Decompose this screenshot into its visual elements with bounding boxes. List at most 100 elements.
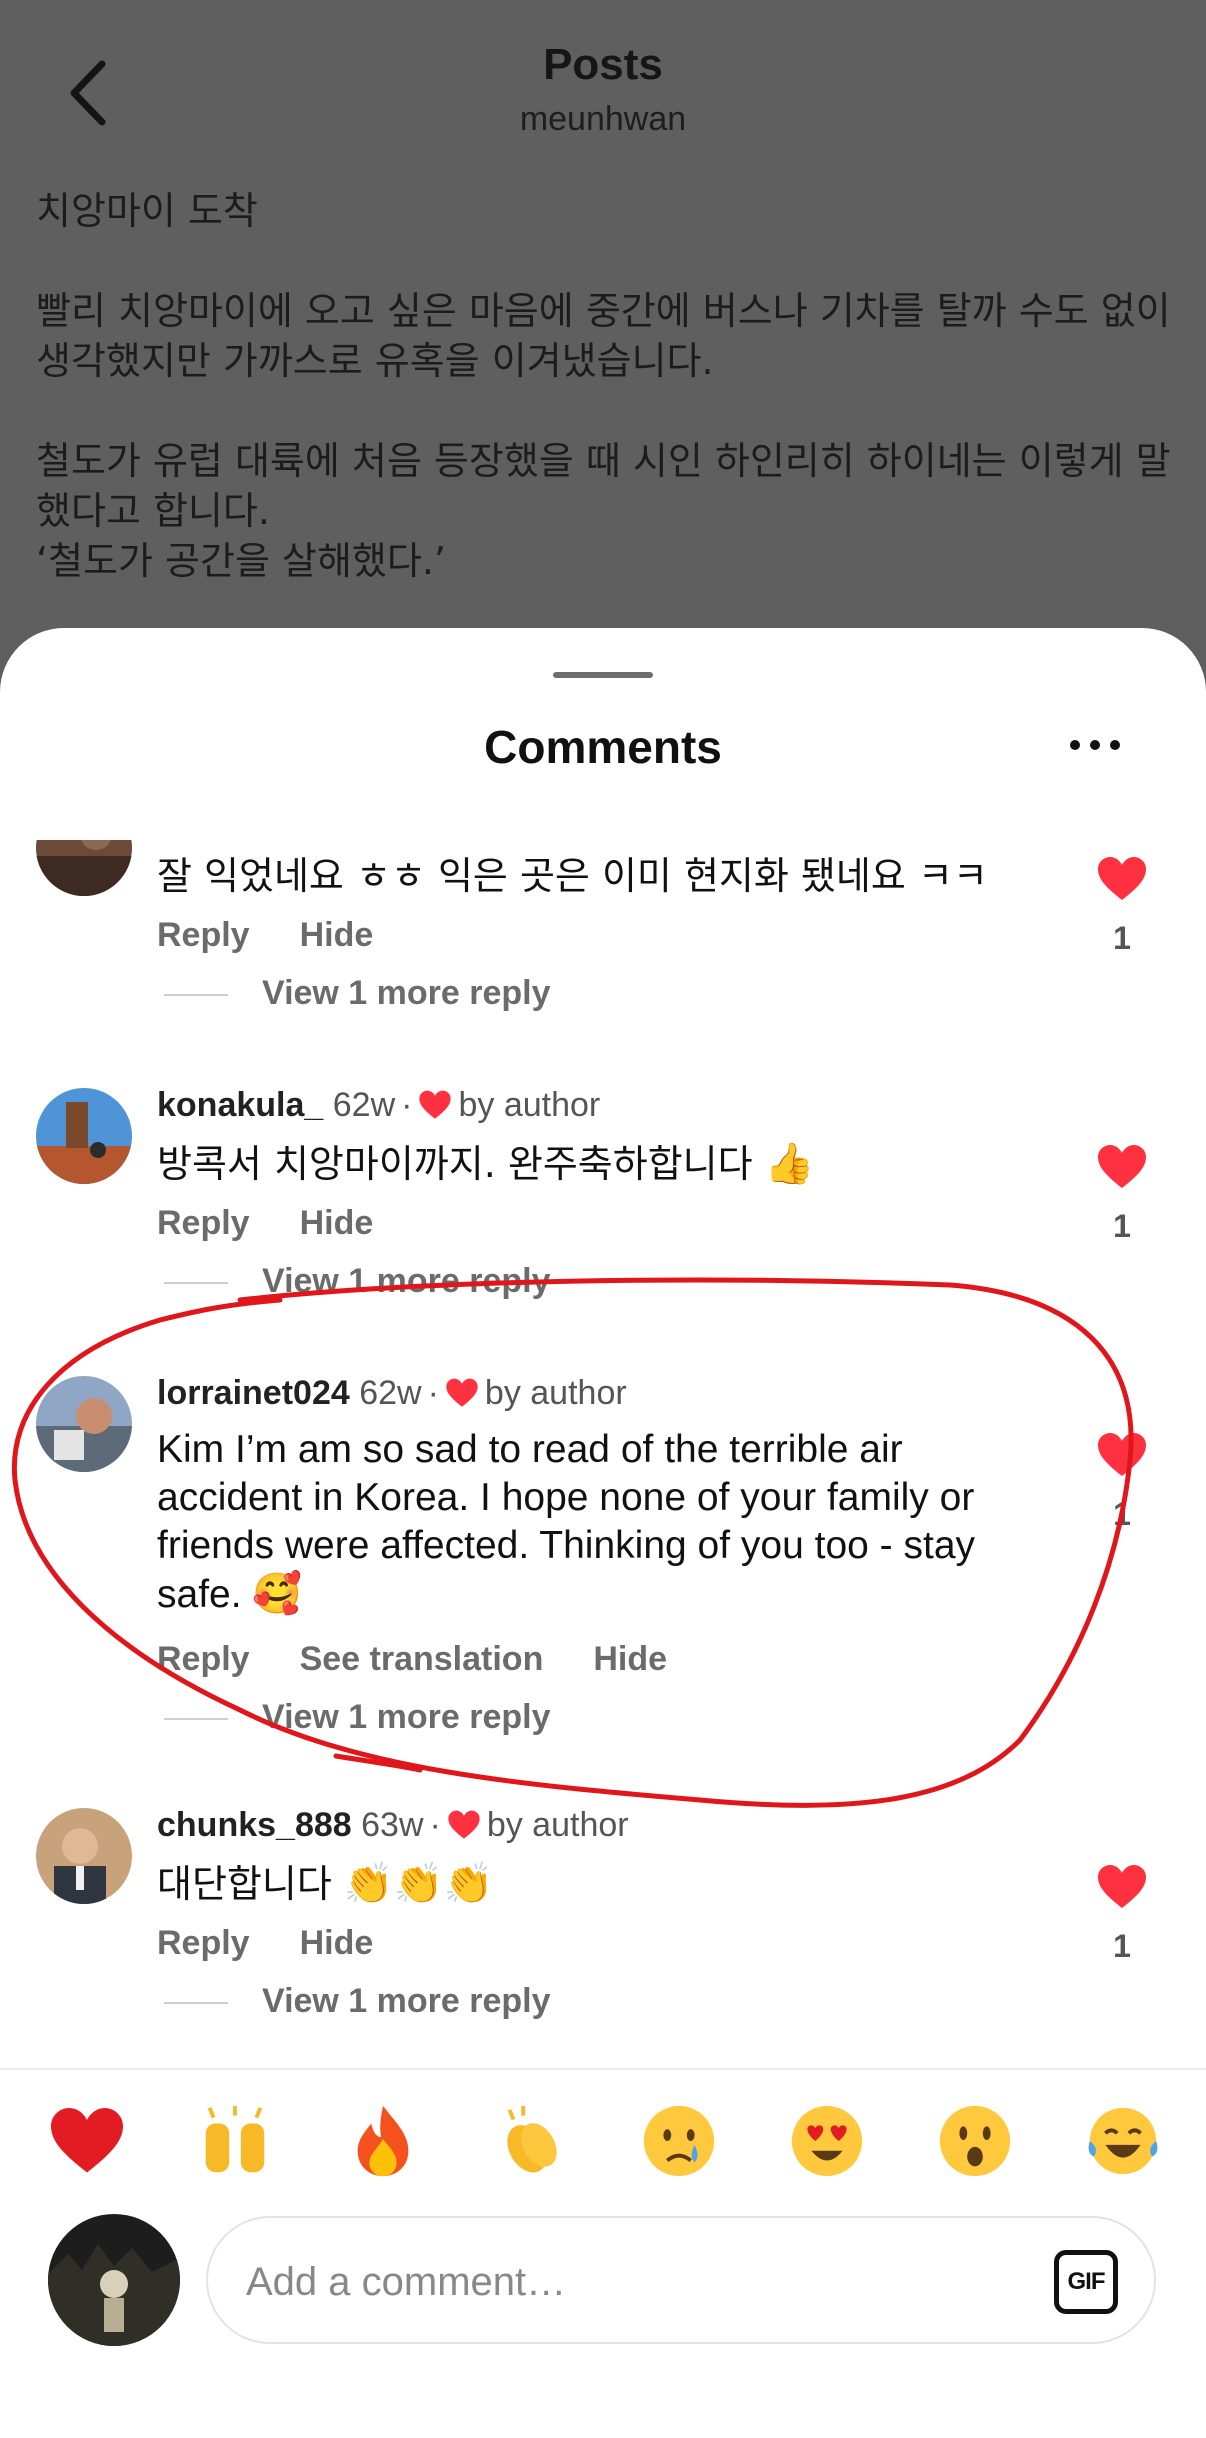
view-replies-label: View 1 more reply	[262, 1698, 551, 1736]
comment-meta: konakula_ 62w · by author	[157, 1086, 600, 1125]
more-options-button[interactable]	[1070, 740, 1120, 754]
username[interactable]: konakula_	[157, 1086, 323, 1124]
view-replies-label: View 1 more reply	[262, 974, 551, 1012]
separator-dot: ·	[429, 1806, 441, 1844]
liked-by-author-label: by author	[458, 1086, 601, 1124]
reaction-fire[interactable]	[338, 2096, 428, 2186]
reply-button[interactable]: Reply	[157, 1204, 250, 1242]
fire-icon	[357, 2105, 409, 2177]
reaction-clapping-hands[interactable]	[486, 2096, 576, 2186]
post-background: Posts meunhwan 치앙마이 도착 빨리 치앙마이에 오고 싶은 마음…	[0, 0, 1206, 640]
comment-meta: lorrainet024 62w · by author	[157, 1374, 627, 1413]
page-title: Posts	[543, 40, 663, 89]
reaction-crying-face[interactable]	[634, 2096, 724, 2186]
sheet-title: Comments	[484, 721, 722, 773]
view-replies-button[interactable]: View 1 more reply	[164, 974, 551, 1013]
username[interactable]: chunks_888	[157, 1806, 352, 1844]
comment-meta: chunks_888 63w · by author	[157, 1806, 629, 1845]
my-avatar[interactable]	[48, 2214, 180, 2346]
comment-actions: Reply See translation Hide	[157, 1640, 717, 1679]
surprised-face-icon	[939, 2105, 1011, 2177]
comment-time: 63w	[361, 1806, 424, 1844]
smiling-face-with-hearts-emoji: 🥰	[252, 1571, 303, 1617]
heart-filled-icon[interactable]	[1096, 1144, 1148, 1190]
avatar[interactable]	[36, 1088, 132, 1184]
comment-text: 잘 익었네요 ㅎㅎ 익은 곳은 이미 현지화 됐네요 ㅋㅋ	[157, 854, 988, 898]
comment-input-wrapper: GIF	[206, 2216, 1156, 2344]
comment-composer: GIF	[0, 2214, 1206, 2384]
comment-item: konakula_ 62w · by author 방콕서 치앙마이까지. 완주축하…	[0, 1086, 1206, 1348]
like-count: 1	[1113, 920, 1131, 956]
red-heart-icon	[51, 2108, 123, 2173]
gif-button[interactable]: GIF	[1054, 2250, 1118, 2314]
dot-icon	[1110, 740, 1120, 750]
quick-reactions-bar	[0, 2096, 1206, 2196]
reaction-raising-hands[interactable]	[190, 2096, 280, 2186]
liked-by-author-label: by author	[484, 1374, 627, 1412]
separator-dot: ·	[427, 1374, 439, 1412]
reply-thread-line	[164, 1718, 228, 1721]
thumbs-up-emoji: 👍	[764, 1141, 815, 1187]
avatar[interactable]	[36, 840, 132, 896]
username[interactable]: lorrainet024	[157, 1374, 350, 1412]
view-replies-button[interactable]: View 1 more reply	[164, 1262, 551, 1301]
post-caption: 치앙마이 도착 빨리 치앙마이에 오고 싶은 마음에 중간에 버스나 기차를 탈…	[36, 186, 1176, 586]
view-replies-button[interactable]: View 1 more reply	[164, 1698, 551, 1737]
post-caption-paragraph: 빨리 치앙마이에 오고 싶은 마음에 중간에 버스나 기차를 탈까 수도 없이 …	[36, 289, 1171, 383]
liked-by-author-label: by author	[486, 1806, 629, 1844]
comment-input[interactable]	[246, 2252, 966, 2312]
comment-item: 잘 익었네요 ㅎㅎ 익은 곳은 이미 현지화 됐네요 ㅋㅋ Reply Hide …	[0, 840, 1206, 1040]
comment-item: chunks_888 63w · by author 대단합니다 👏👏👏 Reply…	[0, 1806, 1206, 2060]
reaction-red-heart[interactable]	[42, 2096, 132, 2186]
avatar-photo	[48, 2214, 180, 2346]
post-caption-paragraph: 철도가 유럽 대륙에 처음 등장했을 때 시인 하인리히 하이네는 이렇게 말했…	[36, 439, 1171, 533]
comments-list[interactable]: 잘 익었네요 ㅎㅎ 익은 곳은 이미 현지화 됐네요 ㅋㅋ Reply Hide …	[0, 840, 1206, 2060]
comment-actions: Reply Hide	[157, 916, 423, 955]
heart-filled-icon	[448, 1810, 480, 1839]
comment-time: 62w	[359, 1374, 422, 1412]
heart-filled-icon	[419, 1090, 452, 1119]
heart-eyes-icon	[791, 2105, 863, 2177]
comment-time: 62w	[332, 1086, 396, 1124]
comment-text-body: 대단합니다	[157, 1862, 332, 1906]
clapping-hands-icon	[507, 2105, 557, 2173]
avatar-photo	[36, 840, 132, 896]
post-caption-line: 치앙마이 도착	[36, 189, 258, 233]
reaction-heart-eyes[interactable]	[782, 2096, 872, 2186]
raising-hands-icon	[205, 2105, 265, 2173]
post-caption-quote: ‘철도가 공간을 살해했다.’	[36, 539, 446, 583]
view-replies-label: View 1 more reply	[262, 1262, 551, 1300]
comment-text: 방콕서 치앙마이까지. 완주축하합니다 👍	[157, 1140, 1037, 1188]
hide-button[interactable]: Hide	[300, 1204, 374, 1242]
dot-icon	[1070, 740, 1080, 750]
avatar-photo	[36, 1808, 132, 1904]
reaction-tears-of-joy[interactable]	[1078, 2096, 1168, 2186]
hide-button[interactable]: Hide	[300, 1924, 374, 1962]
heart-filled-icon[interactable]	[1096, 1432, 1148, 1478]
reply-thread-line	[164, 994, 228, 997]
like-count: 1	[1113, 1928, 1131, 1964]
reply-button[interactable]: Reply	[157, 1640, 250, 1678]
top-nav-bar: Posts meunhwan	[0, 0, 1206, 180]
reply-thread-line	[164, 1282, 228, 1285]
separator-dot: ·	[401, 1086, 413, 1124]
hide-button[interactable]: Hide	[300, 916, 374, 954]
hide-button[interactable]: Hide	[593, 1640, 667, 1678]
reply-button[interactable]: Reply	[157, 1924, 250, 1962]
avatar-photo	[36, 1376, 132, 1472]
tears-of-joy-icon	[1088, 2107, 1158, 2175]
dot-icon	[1090, 740, 1100, 750]
comment-text: Kim I’m am so sad to read of the terribl…	[157, 1426, 1037, 1619]
avatar[interactable]	[36, 1376, 132, 1472]
like-count: 1	[1113, 1208, 1131, 1244]
view-replies-label: View 1 more reply	[262, 1982, 551, 2020]
avatar[interactable]	[36, 1808, 132, 1904]
reaction-surprised-face[interactable]	[930, 2096, 1020, 2186]
sheet-drag-handle[interactable]	[553, 672, 653, 678]
reply-button[interactable]: Reply	[157, 916, 250, 954]
view-replies-button[interactable]: View 1 more reply	[164, 1982, 551, 2021]
see-translation-button[interactable]: See translation	[300, 1640, 544, 1678]
heart-filled-icon[interactable]	[1096, 856, 1148, 902]
heart-filled-icon[interactable]	[1096, 1864, 1148, 1910]
comment-text: 대단합니다 👏👏👏	[157, 1860, 1037, 1908]
